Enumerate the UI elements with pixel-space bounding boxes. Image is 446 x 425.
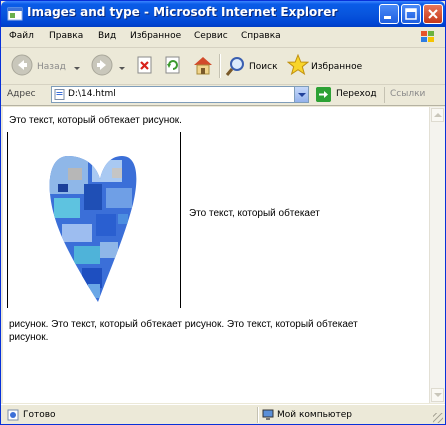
heart-image: [49, 156, 137, 302]
close-button[interactable]: [423, 4, 443, 24]
close-icon: [428, 9, 438, 19]
ie-icon: [7, 7, 23, 21]
back-dropdown-icon[interactable]: [74, 67, 80, 70]
menu-bar: Файл Правка Вид Избранное Сервис Справка: [1, 27, 445, 48]
favorites-star-icon: [287, 54, 309, 76]
browser-window: Images and type - Microsoft Internet Exp…: [0, 0, 446, 425]
search-button[interactable]: Поиск: [225, 52, 279, 80]
stop-button[interactable]: [135, 52, 157, 80]
address-value: D:\14.html: [68, 89, 116, 99]
search-icon: [225, 57, 244, 76]
maximize-icon: [405, 8, 417, 20]
back-button[interactable]: Назад: [9, 52, 80, 80]
home-icon: [194, 57, 212, 75]
refresh-icon: [165, 56, 180, 74]
toolbar-separator: [219, 54, 221, 78]
scroll-up-button[interactable]: [431, 108, 444, 122]
status-bar: Готово Мой компьютер: [1, 404, 445, 424]
stop-icon: [137, 56, 152, 74]
title-bar[interactable]: Images and type - Microsoft Internet Exp…: [1, 1, 445, 27]
paragraph-after-image-line-2: рисунок.: [9, 332, 49, 343]
refresh-button[interactable]: [163, 52, 185, 80]
forward-button[interactable]: [89, 52, 129, 80]
menu-tools[interactable]: Сервис: [194, 31, 228, 41]
page-icon: [54, 89, 65, 100]
standard-toolbar: Назад Поиск Избранное: [1, 48, 445, 85]
links-button[interactable]: Ссылки: [390, 89, 425, 99]
favorites-button[interactable]: Избранное: [287, 52, 367, 80]
scroll-down-button[interactable]: [431, 388, 444, 402]
paragraph-after-image-line-1: рисунок. Это текст, который обтекает рис…: [9, 319, 358, 330]
menu-edit[interactable]: Правка: [49, 31, 83, 41]
favorites-label: Избранное: [311, 62, 363, 72]
security-zone-text: Мой компьютер: [277, 410, 352, 420]
back-label: Назад: [37, 62, 66, 72]
links-separator: [384, 87, 385, 103]
status-divider: [257, 407, 259, 423]
menu-view[interactable]: Вид: [98, 31, 116, 41]
windows-flag-icon: [421, 31, 434, 42]
address-input[interactable]: D:\14.html: [51, 86, 309, 103]
maximize-button[interactable]: [401, 4, 421, 24]
forward-icon: [91, 54, 113, 76]
search-label: Поиск: [249, 62, 278, 72]
go-label: Переход: [336, 89, 377, 99]
forward-dropdown-icon[interactable]: [119, 67, 125, 70]
page-status-icon: [7, 409, 19, 421]
home-button[interactable]: [191, 52, 215, 80]
computer-icon: [262, 409, 274, 420]
status-text: Готово: [23, 410, 56, 420]
back-icon: [11, 54, 33, 76]
menu-favorites[interactable]: Избранное: [130, 31, 181, 41]
paragraph-line-1: Это текст, который обтекает рисунок.: [9, 115, 182, 126]
resize-grip[interactable]: [433, 413, 443, 423]
vertical-scrollbar[interactable]: [429, 107, 445, 403]
minimize-icon: [384, 16, 391, 19]
window-title: Images and type - Microsoft Internet Exp…: [27, 5, 338, 19]
address-dropdown-icon[interactable]: [294, 87, 308, 102]
menu-help[interactable]: Справка: [241, 31, 281, 41]
address-label: Адрес: [7, 89, 36, 99]
menu-file[interactable]: Файл: [9, 31, 34, 41]
image-frame: [7, 132, 181, 308]
minimize-button[interactable]: [379, 4, 399, 24]
address-bar: Адрес D:\14.html Переход Ссылки: [1, 85, 445, 106]
go-arrow-icon: [316, 87, 331, 102]
text-beside-image: Это текст, который обтекает: [189, 208, 320, 219]
